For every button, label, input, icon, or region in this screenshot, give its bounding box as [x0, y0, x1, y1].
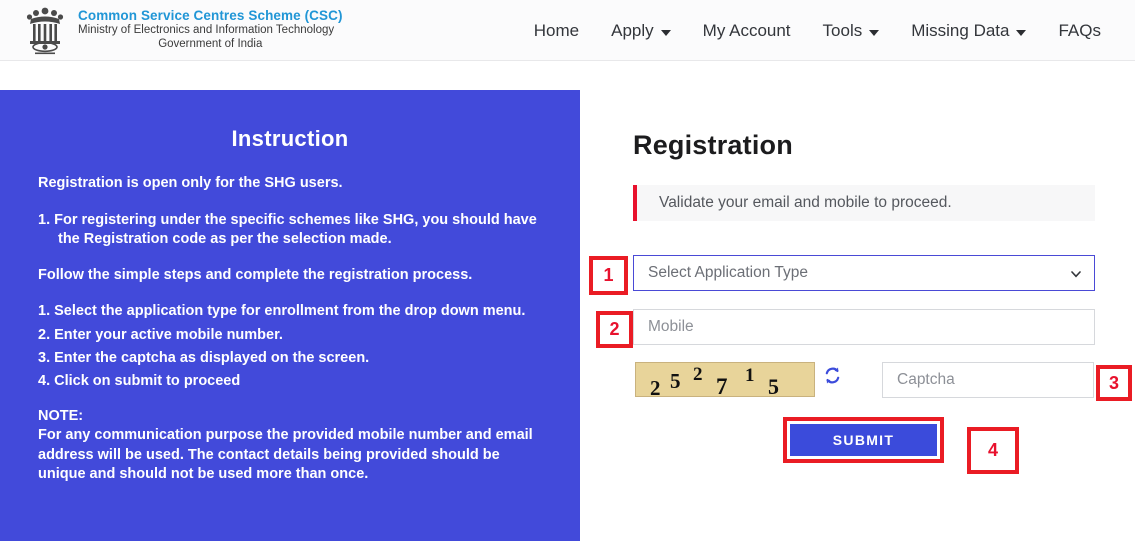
list-item: 4. Click on submit to proceed	[38, 372, 241, 389]
annotation-badge-1: 1	[589, 256, 628, 295]
instruction-steps: 1. Select the application type for enrol…	[38, 302, 542, 391]
annotation-badge-2: 2	[596, 311, 633, 348]
instruction-panel: Instruction Registration is open only fo…	[0, 90, 580, 541]
ashoka-emblem-icon	[26, 7, 64, 55]
nav-item-apply[interactable]: Apply	[595, 15, 687, 47]
brand-ministry: Ministry of Electronics and Information …	[78, 24, 335, 37]
refresh-icon[interactable]	[823, 366, 842, 385]
nav-item-faqs[interactable]: FAQs	[1042, 15, 1117, 47]
application-type-value: Select Application Type	[648, 264, 808, 281]
note-label: NOTE:	[38, 407, 84, 424]
validation-alert-text: Validate your email and mobile to procee…	[659, 194, 952, 211]
instruction-first-list: 1. For registering under the specific sc…	[38, 211, 542, 249]
captcha-digit: 5	[768, 374, 779, 397]
note-body: For any communication purpose the provid…	[38, 426, 533, 483]
registration-form-area: Registration Validate your email and mob…	[580, 90, 1135, 541]
chevron-down-icon	[1071, 271, 1081, 278]
site-header: Common Service Centres Scheme (CSC) Mini…	[0, 0, 1135, 61]
list-item: 1. Select the application type for enrol…	[38, 303, 526, 320]
mobile-input[interactable]: Mobile	[633, 309, 1095, 345]
mobile-placeholder: Mobile	[648, 318, 694, 335]
list-item: 2. Enter your active mobile number.	[38, 326, 283, 343]
chevron-down-icon	[1016, 29, 1027, 36]
captcha-image: 252715	[635, 362, 815, 397]
nav-item-missing-data[interactable]: Missing Data	[895, 15, 1042, 47]
instruction-follow: Follow the simple steps and complete the…	[38, 266, 473, 283]
annotation-badge-3: 3	[1096, 365, 1132, 401]
captcha-input[interactable]: Captcha	[882, 362, 1094, 398]
captcha-placeholder: Captcha	[897, 371, 955, 388]
submit-button[interactable]: SUBMIT	[790, 424, 937, 456]
list-item: 1. For registering under the specific sc…	[38, 211, 537, 247]
chevron-down-icon	[869, 29, 880, 36]
captcha-digit: 2	[693, 364, 703, 385]
captcha-digit: 5	[670, 369, 681, 393]
instruction-intro: Registration is open only for the SHG us…	[38, 175, 343, 191]
main-navigation: Home Apply My Account Tools Missing Data…	[518, 0, 1117, 61]
captcha-digit: 1	[745, 365, 755, 386]
brand-logo[interactable]: Common Service Centres Scheme (CSC) Mini…	[22, 3, 343, 57]
captcha-digit: 2	[650, 376, 661, 397]
captcha-digit: 7	[716, 374, 728, 397]
nav-label-faqs: FAQs	[1058, 20, 1101, 40]
chevron-down-icon	[660, 29, 671, 36]
page-title: Registration	[633, 130, 793, 160]
instruction-title: Instruction	[231, 126, 349, 151]
nav-item-home[interactable]: Home	[518, 15, 595, 47]
validation-alert: Validate your email and mobile to procee…	[633, 185, 1095, 221]
nav-label-missing-data: Missing Data	[911, 20, 1010, 40]
nav-label-home: Home	[533, 20, 580, 40]
nav-label-apply: Apply	[611, 20, 654, 40]
submit-button-highlight: SUBMIT	[783, 417, 944, 463]
brand-text: Common Service Centres Scheme (CSC) Mini…	[78, 8, 343, 51]
nav-item-my-account[interactable]: My Account	[687, 15, 807, 47]
brand-government: Government of India	[158, 37, 263, 50]
annotation-badge-4: 4	[967, 427, 1019, 474]
brand-title: Common Service Centres Scheme (CSC)	[78, 8, 343, 24]
nav-label-tools: Tools	[822, 20, 863, 40]
nav-item-tools[interactable]: Tools	[807, 15, 896, 47]
list-item: 3. Enter the captcha as displayed on the…	[38, 349, 370, 366]
nav-label-my-account: My Account	[702, 20, 791, 40]
application-type-select[interactable]: Select Application Type	[633, 255, 1095, 291]
